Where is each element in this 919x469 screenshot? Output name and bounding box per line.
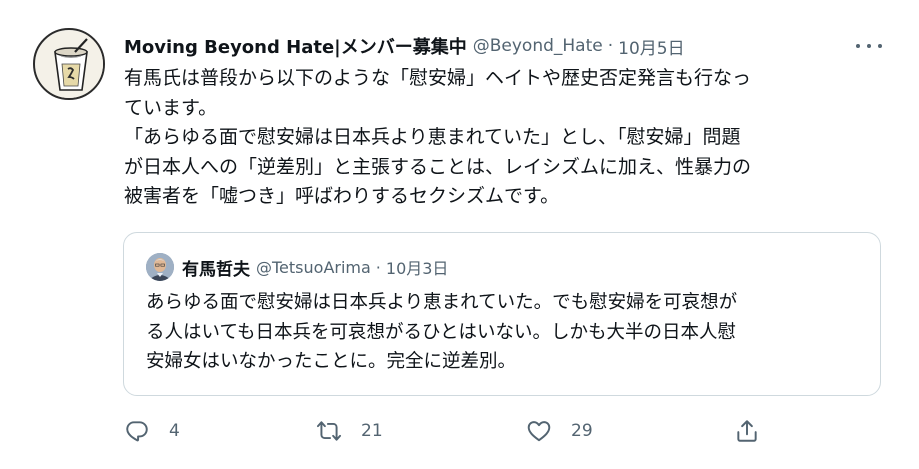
quoted-text-line: る人はいても日本兵を可哀想がるひとはいない。しかも大半の日本人慰	[146, 321, 736, 343]
person-photo-icon	[146, 253, 174, 281]
like-count: 29	[571, 421, 593, 441]
more-options-button[interactable]	[856, 36, 882, 56]
tweet-text: 有馬氏は普段から以下のような「慰安婦」ヘイトや歴史否定発言も行なっ ています。 …	[124, 64, 884, 212]
like-button[interactable]: 29	[526, 412, 593, 450]
quoted-author-avatar	[146, 253, 174, 281]
header-separator: ·	[607, 36, 614, 56]
quoted-author-handle[interactable]: @TetsuoArima	[256, 258, 371, 277]
quoted-tweet-header: 有馬哲夫 @TetsuoArima · 10月3日	[182, 253, 448, 281]
author-avatar[interactable]	[33, 28, 105, 100]
heart-icon	[527, 421, 551, 442]
more-horizontal-icon	[867, 44, 871, 48]
reply-icon	[126, 421, 148, 442]
tweet-actions: 4 21 29	[124, 412, 764, 450]
author-display-name[interactable]: Moving Beyond Hate|メンバー募集中	[124, 33, 467, 59]
author-handle[interactable]: @Beyond_Hate	[473, 36, 603, 56]
share-icon	[737, 420, 757, 442]
tweet[interactable]: Moving Beyond Hate|メンバー募集中 @Beyond_Hate …	[0, 0, 919, 469]
quoted-text-line: あらゆる面で慰安婦は日本兵より恵まれていた。でも慰安婦を可哀想が	[146, 292, 738, 313]
retweet-button[interactable]: 21	[316, 412, 383, 450]
share-button[interactable]	[734, 412, 760, 450]
quoted-author-display-name[interactable]: 有馬哲夫	[182, 255, 250, 280]
quoted-tweet-text: あらゆる面で慰安婦は日本兵より恵まれていた。でも慰安婦を可哀想が る人はいても日…	[146, 288, 737, 377]
tweet-header: Moving Beyond Hate|メンバー募集中 @Beyond_Hate …	[124, 33, 685, 59]
reply-count: 4	[169, 421, 180, 441]
tweet-text-line: 有馬氏は普段から以下のような「慰安婦」ヘイトや歴史否定発言も行なっ	[124, 67, 752, 89]
quoted-text-line: 安婦女はいなかったことに。完全に逆差別。	[146, 351, 517, 372]
tweet-text-line: 被害者を「嘘つき」呼ばわりするセクシズムです。	[124, 185, 560, 207]
more-horizontal-icon	[856, 44, 860, 48]
cup-logo-icon	[36, 31, 103, 98]
quoted-tweet-date[interactable]: 10月3日	[386, 255, 449, 279]
quoted-header-separator: ·	[375, 257, 381, 277]
tweet-text-line: 「あらゆる面で慰安婦は日本兵より恵まれていた」とし、「慰安婦」問題	[124, 126, 741, 148]
tweet-text-line: が日本人への「逆差別」と主張することは、レイシズムに加え、性暴力の	[124, 155, 752, 178]
more-horizontal-icon	[878, 44, 882, 48]
tweet-text-line: ています。	[124, 96, 218, 119]
retweet-icon	[316, 421, 342, 441]
quoted-tweet[interactable]: 有馬哲夫 @TetsuoArima · 10月3日 あらゆる面で慰安婦は日本兵よ…	[123, 232, 881, 396]
tweet-date[interactable]: 10月5日	[618, 34, 684, 59]
reply-button[interactable]: 4	[124, 412, 180, 450]
retweet-count: 21	[361, 421, 383, 441]
